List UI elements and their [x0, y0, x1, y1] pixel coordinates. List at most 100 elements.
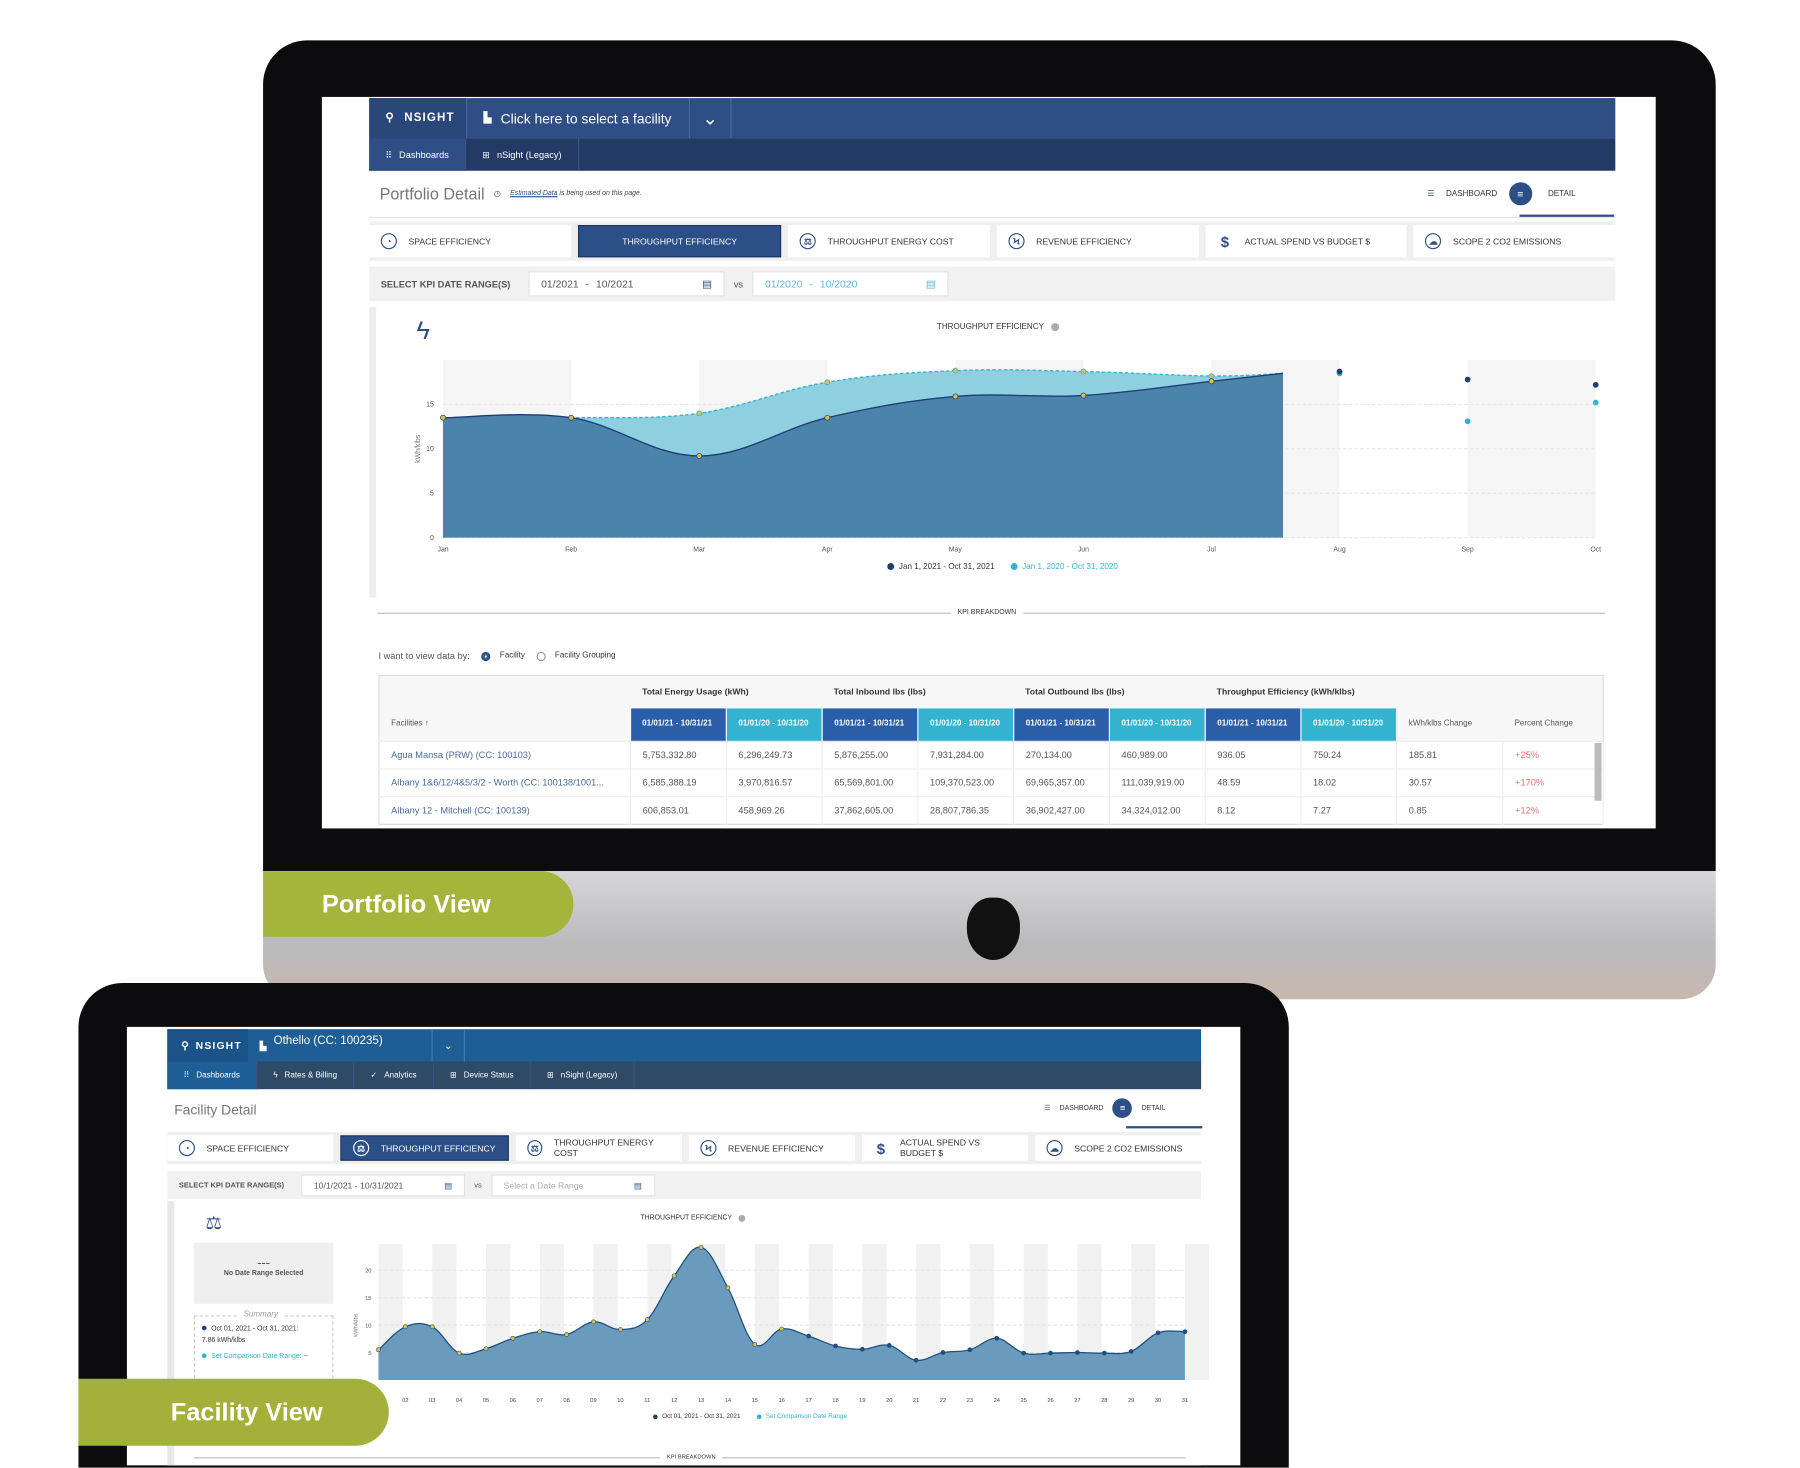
period-header[interactable]: 01/01/21 - 10/31/21	[630, 707, 727, 742]
x-tick-label: 02	[402, 1398, 408, 1404]
period-header[interactable]: 01/01/21 - 10/31/21	[822, 707, 919, 742]
sort-up-icon[interactable]: ↑	[423, 720, 429, 728]
y-axis-label: kWh/klbs	[354, 1313, 360, 1336]
legend-item-2020[interactable]: Jan 1, 2020 - Oct 31, 2020	[1010, 563, 1118, 571]
x-tick-label: 30	[1155, 1398, 1161, 1404]
table-cell: 6,585,388.19	[630, 769, 727, 797]
period-header[interactable]: 01/01/20 - 10/31/20	[1109, 707, 1206, 742]
period-header[interactable]: 01/01/21 - 10/31/21	[1205, 707, 1302, 742]
x-tick-label: 15	[752, 1398, 758, 1404]
table-cell: 34,324,012.00	[1109, 796, 1206, 825]
x-tick-label: 03	[429, 1398, 435, 1404]
point-2021	[440, 414, 446, 421]
point-2021	[1208, 378, 1215, 385]
table-cell: 6,296,249.73	[726, 741, 823, 770]
table-group-header-row: Total Energy Usage (kWh) Total Inbound lb…	[379, 675, 1604, 708]
period-header[interactable]: 01/01/20 - 10/31/20	[726, 707, 823, 742]
group-header: Total Outbound lbs (lbs)	[1025, 686, 1125, 698]
radio-facility[interactable]: Facility	[481, 651, 525, 661]
table-cell: +25%	[1502, 741, 1604, 770]
data-point	[1155, 1330, 1161, 1336]
empty-header	[379, 676, 631, 708]
x-tick-label: 19	[859, 1398, 865, 1404]
table-row[interactable]: Agua Mansa (PRW) (CC: 100103) 5,753,332.8…	[379, 741, 1604, 770]
table-scrollbar[interactable]	[1594, 743, 1602, 801]
point-2021	[1336, 368, 1343, 375]
table-cell: 65,569,801.00	[822, 769, 919, 797]
point-2020	[696, 410, 703, 417]
legend-item-comparison[interactable]: Set Comparison Date Range	[756, 1413, 847, 1420]
table-cell: 936.05	[1205, 741, 1302, 770]
x-tick-label: Sep	[1461, 547, 1473, 554]
radio-facility-grouping[interactable]: Facility Grouping	[536, 651, 616, 661]
x-tick-label: 14	[725, 1398, 732, 1404]
facility-name-cell[interactable]: Agua Mansa (PRW) (CC: 100103)	[379, 741, 632, 770]
table-cell: 28,807,786.35	[917, 796, 1015, 825]
table-row[interactable]: Albany 1&6/12/4&5/3/2 - Worth (CC: 10013…	[379, 769, 1604, 797]
data-point	[752, 1341, 758, 1347]
period-header[interactable]: 01/01/20 - 10/31/20	[917, 707, 1015, 742]
x-tick-label: 27	[1074, 1398, 1080, 1404]
x-tick-label: Feb	[565, 547, 577, 554]
x-tick-label: 09	[590, 1398, 596, 1404]
data-point	[537, 1329, 543, 1335]
empty-header	[1397, 676, 1503, 708]
data-point	[671, 1273, 677, 1279]
table-cell: 5,876,255.00	[822, 741, 919, 770]
data-point	[618, 1327, 623, 1332]
data-point	[1182, 1329, 1188, 1335]
x-tick-label: Apr	[822, 547, 833, 554]
y-axis-label: kWh/klbs	[415, 434, 422, 463]
table-cell: 48.59	[1205, 769, 1302, 797]
table-cell: +170%	[1502, 769, 1604, 797]
y-tick-label: 15	[365, 1296, 371, 1302]
y-tick-label: 10	[426, 446, 434, 453]
data-point	[1021, 1350, 1027, 1356]
x-tick-label: 13	[698, 1398, 704, 1404]
point-2021	[1080, 392, 1087, 399]
table-cell: 109,370,523.00	[917, 769, 1015, 797]
table-column-header-row: Facilities ↑ 01/01/21 - 10/31/21 01/01/20 …	[379, 707, 1604, 742]
portfolio-screen: ⚲ NSIGHT ▙ Click here to select a facility…	[321, 96, 1656, 829]
percent-header[interactable]: Percent Change	[1503, 708, 1603, 741]
facility-view-badge: Facility View	[78, 1378, 389, 1446]
data-point	[483, 1346, 489, 1352]
data-point	[1075, 1350, 1080, 1355]
point-2020	[952, 367, 959, 374]
table-cell: 7,931,284.00	[917, 741, 1015, 770]
table-row[interactable]: Albany 12 - Mitchell (CC: 100139) 606,853…	[379, 796, 1604, 825]
table-cell: 7.27	[1300, 796, 1398, 825]
kpi-breakdown-label: KPI BREAKDOWN	[950, 609, 1024, 617]
data-point	[564, 1332, 569, 1337]
data-point	[376, 1347, 381, 1353]
table-cell: +12%	[1502, 796, 1604, 825]
x-tick-label: 22	[940, 1398, 946, 1404]
period-header[interactable]: 01/01/21 - 10/31/21	[1013, 707, 1110, 742]
period-header[interactable]: 01/01/20 - 10/31/20	[1300, 707, 1398, 742]
data-point	[510, 1335, 516, 1341]
legend-item-2021[interactable]: Jan 1, 2021 - Oct 31, 2021	[887, 563, 995, 571]
x-tick-label: Jul	[1207, 547, 1216, 554]
facility-name-cell[interactable]: Albany 1&6/12/4&5/3/2 - Worth (CC: 10013…	[379, 769, 632, 797]
view-by-label: I want to view data by:	[378, 650, 470, 662]
data-point	[456, 1350, 462, 1356]
table-cell: 18.02	[1300, 769, 1398, 797]
portfolio-chart: 0 5 10 15 kWh/klbs Jan Feb Mar Apr May Jun Jul Aug Se…	[415, 359, 1601, 554]
facility-name-cell[interactable]: Albany 12 - Mitchell (CC: 100139)	[379, 796, 632, 825]
data-point	[591, 1319, 596, 1325]
x-tick-label: 07	[537, 1398, 543, 1404]
facilities-header-label: Facilities	[391, 720, 423, 729]
table-cell: 270,134.00	[1013, 741, 1110, 770]
data-point	[1048, 1350, 1053, 1356]
data-point	[429, 1324, 435, 1330]
x-tick-label: 11	[644, 1398, 650, 1404]
point-2021	[1592, 381, 1599, 388]
table-cell: 111,039,919.00	[1109, 769, 1206, 797]
y-tick-label: 10	[365, 1323, 371, 1329]
facilities-header[interactable]: Facilities ↑	[379, 708, 631, 741]
change-header[interactable]: kWh/klbs Change	[1397, 708, 1503, 741]
plot-band	[1184, 1244, 1210, 1380]
x-tick-label: 21	[913, 1398, 919, 1404]
table-cell: 36,902,427.00	[1013, 796, 1110, 825]
legend-item-oct-2021[interactable]: Oct 01, 2021 - Oct 31, 2021	[652, 1413, 740, 1420]
